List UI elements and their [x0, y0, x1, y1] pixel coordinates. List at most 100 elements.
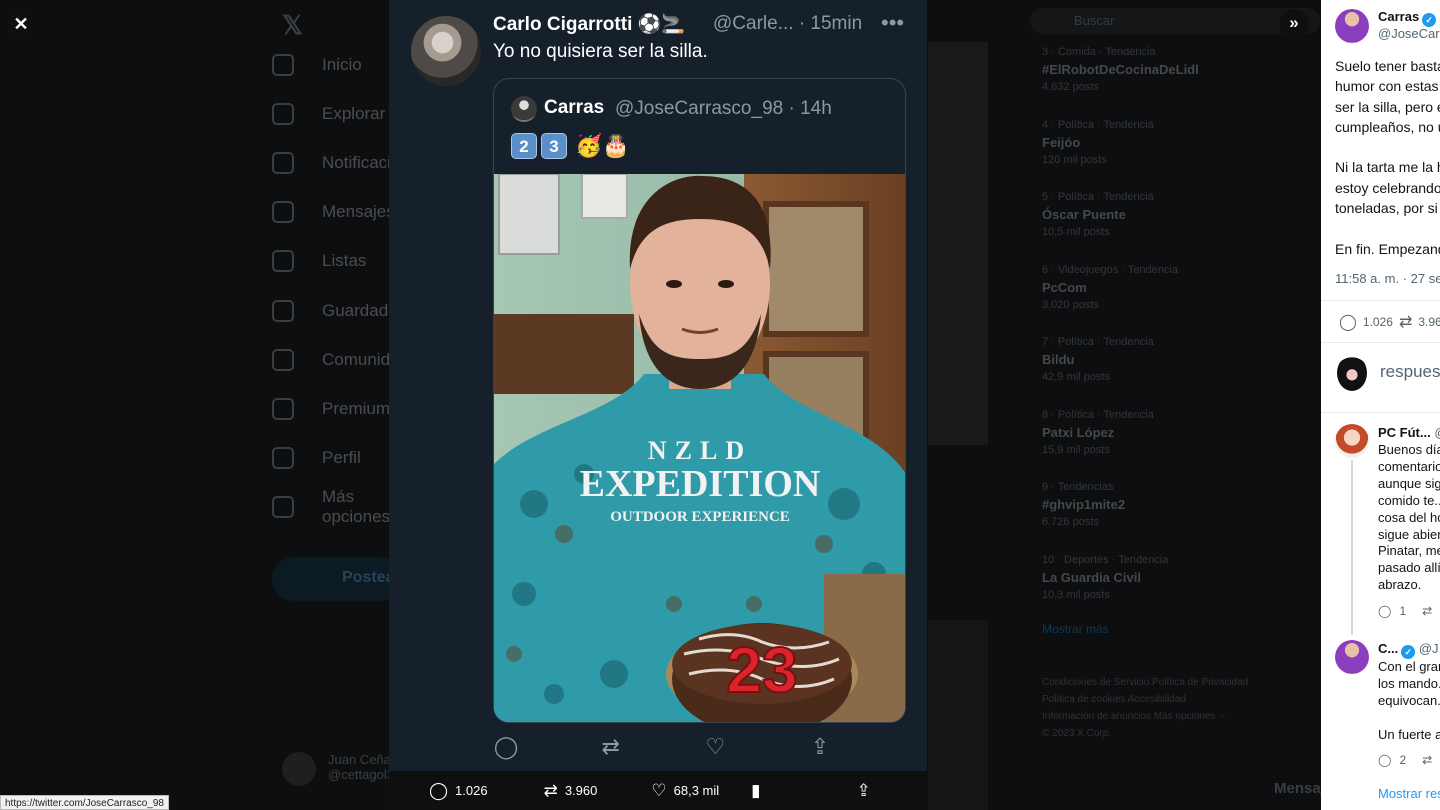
comment-author[interactable]: PC Fút... @ — [1378, 425, 1440, 440]
candle-number: 23 — [726, 634, 797, 706]
share-button[interactable]: ⇪ — [857, 781, 871, 801]
author-handle[interactable]: @JoseCarrasco_98 — [1378, 26, 1440, 41]
quote-author-name: Carras — [544, 97, 605, 118]
close-button[interactable]: ✕ — [6, 9, 36, 39]
repost-icon[interactable]: ⇄ — [1422, 604, 1432, 618]
avatar — [1337, 355, 1367, 391]
reply-input[interactable]: respuesta — [1380, 362, 1440, 382]
quote-photo[interactable]: NZLD EXPEDITION OUTDOOR EXPERIENCE 23 — [494, 174, 905, 722]
comment-author[interactable]: C... ✓ @J — [1378, 641, 1439, 659]
repost-icon[interactable]: ⇄ — [598, 734, 624, 760]
author-handle[interactable]: @Carle... · 15min — [713, 13, 862, 35]
tweet-stats: ◯1.026 ⇄3.960 — [1339, 312, 1440, 332]
trend-name: #ghvip1mite2 — [1042, 497, 1126, 512]
views-button[interactable]: ▮ — [751, 781, 760, 801]
home-icon — [272, 53, 294, 76]
trend-meta: 9 · Tendencias — [1042, 481, 1114, 493]
trend-meta: 5 · Política · Tendencia — [1042, 191, 1154, 203]
account-switcher: Juan Ceña @cettagol3 — [282, 752, 394, 786]
keycap-three: 3 — [541, 133, 567, 159]
tweet-actions: ◯ ⇄ ♡ ⇪ — [493, 734, 833, 760]
nav-item-notifications: Notificaciones — [272, 138, 428, 187]
reply-icon[interactable]: ◯ — [493, 734, 519, 760]
trend-name: Bildu — [1042, 352, 1075, 367]
reply-icon[interactable]: ◯ — [1378, 604, 1391, 618]
reply-button[interactable]: ◯ 1.026 — [429, 781, 488, 801]
trend-item: 8 · Política · Tendencia Patxi López 15,9 … — [1030, 409, 1320, 482]
trend-meta: 7 · Política · Tendencia — [1042, 336, 1154, 348]
avatar[interactable] — [1335, 9, 1369, 43]
quoted-tweet[interactable]: Carras @JoseCarrasco_98 · 14h 2 3 🥳🎂 NZL… — [493, 78, 906, 723]
people-icon — [272, 348, 294, 371]
thread-line — [1351, 460, 1353, 635]
expand-button[interactable]: » — [1279, 9, 1309, 39]
repost-button[interactable]: ⇄ 3.960 — [544, 781, 598, 801]
trend-name: #ElRobotDeCocinaDeLidl — [1042, 62, 1199, 77]
chevron-double-right-icon: » — [1289, 13, 1299, 32]
conversation-panel: Carras✓ @JoseCarrasco_98 Suelo tener bas… — [1321, 0, 1440, 810]
nav-item-bookmarks: Guardados — [272, 286, 406, 335]
nav-item-lists: Listas — [272, 237, 402, 286]
media-action-bar: ◯ 1.026 ⇄ 3.960 ♡ 68,3 mil ▮ ⇪ — [389, 771, 927, 810]
trend-item: 3 · Comida · Tendencia #ElRobotDeCocinaDe… — [1030, 46, 1320, 119]
nav-item-messages: Mensajes — [272, 188, 402, 237]
show-replies-link[interactable]: Mostrar respuestas — [1378, 786, 1440, 801]
comment-text: Buenos días... comentario... aunque sig.… — [1378, 442, 1440, 593]
trend-posts: 6.726 posts — [1042, 516, 1099, 528]
trend-item: 4 · Política · Tendencia Feijóo 120 mil po… — [1030, 119, 1320, 192]
trend-posts: 120 mil posts — [1042, 153, 1107, 166]
show-more-link: Mostrar más — [1042, 622, 1109, 636]
comment-stats: ◯ 1 ⇄ — [1378, 604, 1433, 618]
trend-name: Óscar Puente — [1042, 207, 1126, 222]
nav-item-premium: Premium — [272, 384, 402, 433]
nav-item-explore: Explorar — [272, 89, 402, 138]
person-icon — [272, 447, 294, 470]
trend-meta: 8 · Política · Tendencia — [1042, 408, 1154, 421]
trend-name: Patxi López — [1042, 424, 1115, 440]
search-input: Buscar — [1030, 8, 1320, 34]
author-name[interactable]: Carras ✓ — [1378, 9, 1437, 27]
verified-icon: ✓ — [1401, 645, 1416, 659]
trend-name: PcCom — [1042, 279, 1087, 295]
bookmark-icon — [272, 299, 294, 322]
trend-meta: 10 · Deportes · Tendencia — [1042, 553, 1169, 566]
trend-posts: 10,3 mil posts — [1042, 588, 1110, 601]
bell-icon — [272, 151, 294, 174]
nav-item-more: Más opciones — [272, 483, 402, 532]
tweet-text: Yo no quisiera ser la silla. — [493, 41, 708, 62]
avatar[interactable] — [411, 16, 481, 86]
avatar[interactable] — [1335, 424, 1369, 458]
author-name[interactable]: Carlo Cigarrotti ⚽🚬 — [493, 12, 685, 36]
party-cake-emoji: 🥳🎂 — [575, 133, 630, 158]
comment-stats: ◯ 2 ⇄ — [1378, 753, 1433, 767]
shirt-text-3: OUTDOOR EXPERIENCE — [610, 509, 790, 525]
nav-item-communities: Comunidades — [272, 335, 427, 384]
search-icon — [272, 102, 294, 125]
more-icon[interactable]: ••• — [881, 10, 904, 36]
shirt-text-2: EXPEDITION — [580, 463, 821, 505]
reply-icon: ◯ — [429, 780, 449, 800]
divider — [1321, 342, 1440, 343]
reply-icon[interactable]: ◯ — [1378, 753, 1391, 767]
trend-meta: 6 · Videojuegos · Tendencia — [1042, 263, 1178, 276]
close-icon: ✕ — [13, 14, 29, 34]
like-button[interactable]: ♡ 68,3 mil — [651, 781, 719, 801]
shirt-text-1: NZLD — [648, 436, 752, 465]
photo-image: NZLD EXPEDITION OUTDOOR EXPERIENCE 23 — [494, 174, 905, 722]
like-icon[interactable]: ♡ — [702, 734, 728, 760]
trend-posts: 42,9 mil posts — [1042, 371, 1110, 383]
trend-item: 10 · Deportes · Tendencia La Guardia Civi… — [1030, 554, 1320, 627]
background-trends: Buscar 3 · Comida · Tendencia #ElRobotDeC… — [1030, 8, 1320, 742]
share-icon[interactable]: ⇪ — [807, 734, 833, 760]
repost-icon[interactable]: ⇄ — [1422, 753, 1432, 767]
footer-links: Condiciones de Servicio Política de Priv… — [1042, 677, 1249, 739]
trend-meta: 4 · Política · Tendencia — [1042, 118, 1154, 131]
nav-item-profile: Perfil — [272, 434, 402, 483]
background-nav: Inicio Explorar Notificaciones Mensajes … — [272, 40, 428, 532]
avatar[interactable] — [1335, 640, 1369, 674]
reply-icon[interactable]: ◯ — [1339, 312, 1357, 332]
post-button: Postear — [272, 557, 402, 601]
repost-icon[interactable]: ⇄ — [1399, 312, 1412, 332]
tweet-timestamp[interactable]: 11:58 a. m. · 27 sept. 2023 — [1335, 271, 1440, 286]
trend-posts: 3.020 posts — [1042, 298, 1099, 311]
